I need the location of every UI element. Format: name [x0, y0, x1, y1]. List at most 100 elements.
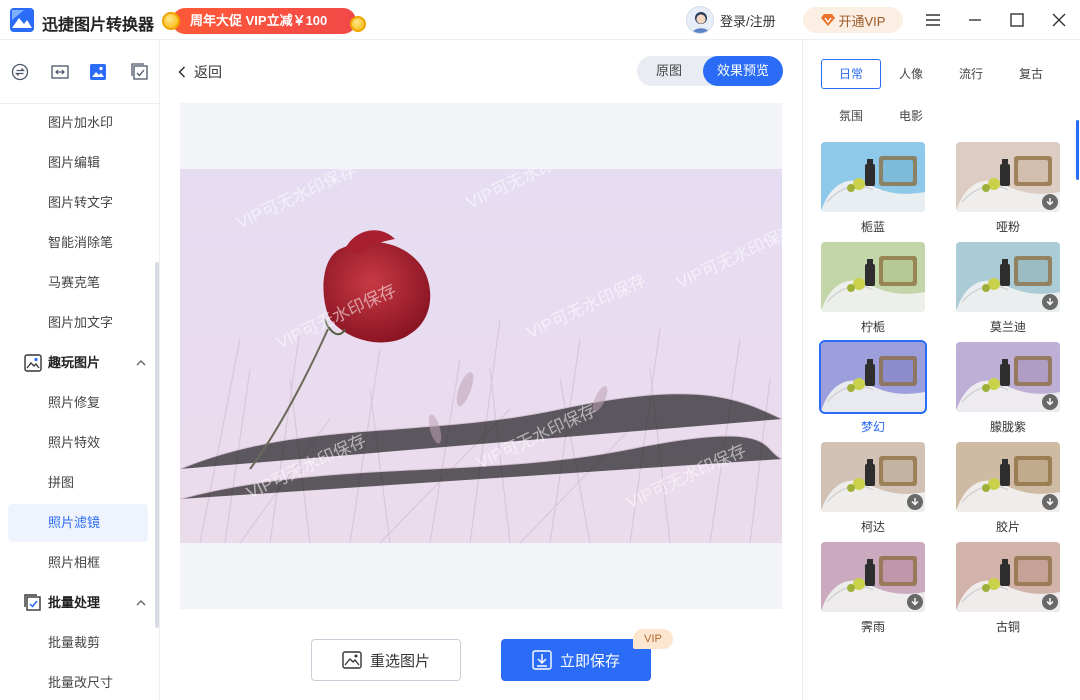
sidebar-item-eraser[interactable]: 智能消除笔 — [8, 224, 148, 262]
sidebar-item-photo-frame[interactable]: 照片相框 — [8, 544, 148, 582]
view-toggle: 原图 效果预览 — [637, 56, 783, 86]
chevron-left-icon — [178, 66, 186, 78]
filter-label: 栀蓝 — [860, 220, 885, 234]
sidebar-item-add-text[interactable]: 图片加文字 — [8, 304, 148, 342]
sidebar: 图片加水印 图片编辑 图片转文字 智能消除笔 马赛克笔 图片加文字 趣玩图片 照… — [0, 40, 160, 700]
coin-icon — [162, 12, 180, 30]
menu-icon[interactable] — [923, 10, 943, 30]
toggle-preview[interactable]: 效果预览 — [703, 56, 783, 86]
download-icon — [1042, 394, 1058, 410]
filter-panel: 日常 人像 流行 复古 氛围 电影 栀蓝 哑粉柠栀 莫兰迪梦幻 朦胧紫柯达 胶片霁雨 古铜 — [802, 40, 1080, 700]
filter-card[interactable]: 柠栀 — [821, 242, 925, 334]
sidebar-group-batch-label: 批量处理 — [48, 595, 101, 610]
filter-thumbnail — [819, 340, 927, 414]
promo-banner[interactable]: 周年大促 VIP立减￥100 — [162, 8, 366, 34]
avatar-icon — [686, 6, 714, 34]
sidebar-item-photo-repair[interactable]: 照片修复 — [8, 384, 148, 422]
sidebar-item-batch-crop[interactable]: 批量裁剪 — [8, 624, 148, 662]
category-daily[interactable]: 日常 — [821, 59, 881, 89]
toggle-original[interactable]: 原图 — [637, 56, 701, 86]
filter-label: 柯达 — [860, 520, 885, 534]
sidebar-item-image-edit[interactable]: 图片编辑 — [8, 144, 148, 182]
sidebar-item-image-to-text[interactable]: 图片转文字 — [8, 184, 148, 222]
sidebar-group-fun[interactable]: 趣玩图片 — [0, 344, 159, 382]
download-icon — [907, 494, 923, 510]
download-icon — [1042, 594, 1058, 610]
category-atmosphere[interactable]: 氛围 — [821, 101, 881, 131]
filter-panel-scrollbar[interactable] — [1076, 120, 1079, 180]
login-button[interactable]: 登录/注册 — [686, 6, 776, 34]
filter-thumbnail — [956, 542, 1060, 612]
download-icon — [1042, 194, 1058, 210]
sidebar-item-watermark[interactable]: 图片加水印 — [8, 104, 148, 142]
maximize-icon[interactable] — [1007, 10, 1027, 30]
filter-thumbnail — [821, 442, 925, 512]
app-logo-icon — [10, 8, 34, 32]
filter-label: 古铜 — [995, 620, 1020, 634]
filter-thumbnail — [956, 442, 1060, 512]
download-icon — [907, 594, 923, 610]
vip-diamond-icon — [820, 14, 835, 26]
download-icon — [532, 650, 552, 670]
coin-icon — [350, 16, 366, 32]
filter-thumbnail — [956, 242, 1060, 312]
chevron-up-icon — [136, 600, 146, 606]
filter-thumbnail — [821, 242, 925, 312]
sidebar-item-collage[interactable]: 拼图 — [8, 464, 148, 502]
filter-thumbnail — [956, 142, 1060, 212]
sidebar-scrollbar[interactable] — [155, 262, 159, 628]
preview-image: VIP可无水印保存 VIP可无水印保存 VIP可无水印保存 VIP可无水印保存 … — [180, 169, 782, 543]
download-icon — [1042, 494, 1058, 510]
category-portrait[interactable]: 人像 — [881, 59, 941, 89]
sidebar-tool-icons — [0, 40, 159, 104]
image-edit-icon[interactable] — [88, 62, 108, 82]
fun-image-icon — [24, 354, 42, 372]
sidebar-item-batch-resize[interactable]: 批量改尺寸 — [8, 664, 148, 700]
sidebar-group-fun-label: 趣玩图片 — [48, 355, 101, 370]
filter-card[interactable]: 柯达 — [821, 442, 925, 534]
filter-card[interactable]: 古铜 — [956, 542, 1060, 634]
download-icon — [1042, 294, 1058, 310]
convert-icon[interactable] — [10, 62, 30, 82]
category-popular[interactable]: 流行 — [941, 59, 1001, 89]
minimize-icon[interactable] — [965, 10, 985, 30]
title-bar: 迅捷图片转换器 周年大促 VIP立减￥100 登录/注册 开通VIP — [0, 0, 1080, 40]
batch-icon[interactable] — [130, 62, 150, 82]
open-vip-label: 开通VIP — [838, 13, 886, 29]
back-button[interactable]: 返回 — [178, 62, 222, 82]
image-icon — [342, 651, 362, 669]
filter-label: 莫兰迪 — [989, 320, 1026, 334]
filter-card[interactable]: 栀蓝 — [821, 142, 925, 234]
promo-text: 周年大促 VIP立减￥100 — [172, 8, 356, 34]
chevron-up-icon — [136, 360, 146, 366]
filter-card[interactable]: 梦幻 — [819, 340, 927, 434]
filter-thumbnail — [821, 542, 925, 612]
close-icon[interactable] — [1049, 10, 1069, 30]
filter-label: 胶片 — [995, 520, 1020, 534]
batch-process-icon — [24, 594, 41, 611]
sidebar-item-mosaic[interactable]: 马赛克笔 — [8, 264, 148, 302]
filter-card[interactable]: 哑粉 — [956, 142, 1060, 234]
filter-label: 朦胧紫 — [989, 420, 1026, 434]
back-label: 返回 — [194, 64, 222, 80]
sidebar-item-photo-filter[interactable]: 照片滤镜 — [8, 504, 148, 542]
app-title: 迅捷图片转换器 — [42, 17, 155, 34]
open-vip-button[interactable]: 开通VIP — [803, 7, 903, 33]
category-retro[interactable]: 复古 — [1001, 59, 1061, 89]
filter-card[interactable]: 朦胧紫 — [956, 342, 1060, 434]
filter-thumbnail — [956, 342, 1060, 412]
save-now-button[interactable]: 立即保存 — [501, 639, 651, 681]
filter-label: 梦幻 — [860, 420, 885, 434]
filter-card[interactable]: 胶片 — [956, 442, 1060, 534]
sidebar-group-batch[interactable]: 批量处理 — [0, 584, 159, 622]
filter-thumbnail — [821, 142, 925, 212]
filter-label: 霁雨 — [860, 620, 885, 634]
filter-card[interactable]: 霁雨 — [821, 542, 925, 634]
compress-icon[interactable] — [50, 62, 70, 82]
sidebar-item-photo-effects[interactable]: 照片特效 — [8, 424, 148, 462]
category-film[interactable]: 电影 — [881, 101, 941, 131]
reselect-image-button[interactable]: 重选图片 — [311, 639, 461, 681]
filter-card[interactable]: 莫兰迪 — [956, 242, 1060, 334]
filter-label: 哑粉 — [995, 220, 1020, 234]
vip-badge: VIP — [633, 629, 673, 649]
